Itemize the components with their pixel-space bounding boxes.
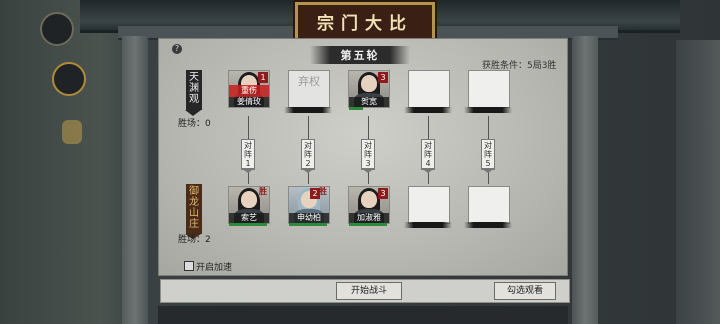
auto-speed-label: 开启加速 [196, 263, 233, 273]
fighter-name: 加淑雅 [349, 213, 389, 223]
fighter-slot-bottom-5[interactable] [468, 186, 510, 224]
order-badge: 3 [378, 188, 388, 199]
hp-bar [349, 223, 387, 226]
fighter-name: 索艺 [229, 213, 269, 223]
left-ornament-icon [40, 12, 74, 46]
fighter-slot-bottom-3[interactable]: 3 加淑雅 [348, 186, 390, 224]
fighter-slot-bottom-2[interactable]: 2 胜 申幼柏 [288, 186, 330, 224]
match-tag-4: 对阵4 [421, 139, 435, 170]
left-medallion-icon [52, 62, 86, 96]
fighter-slot-top-5[interactable] [468, 70, 510, 108]
sect-name-top: 天渊观 [189, 72, 199, 105]
match-tag-tip [421, 168, 435, 173]
ink-underline [404, 107, 452, 113]
right-pillar [572, 36, 598, 324]
sect-banner-bottom: 御龙山庄 [186, 184, 202, 234]
ink-underline [284, 107, 332, 113]
lantern-icon [62, 120, 82, 144]
forfeit-label: 弃权 [289, 71, 329, 107]
left-pillar [122, 36, 148, 324]
match-tag-tip [361, 168, 375, 173]
auto-speed-checkbox[interactable] [184, 261, 194, 271]
sect-name-bottom: 御龙山庄 [189, 186, 199, 230]
fighter-slot-top-1[interactable]: 重伤 1 姜倩玫 [228, 70, 270, 108]
round-header: 第五轮 [310, 46, 410, 64]
match-tag-3: 对阵3 [361, 139, 375, 170]
round-label: 第五轮 [340, 49, 380, 62]
fighter-name: 贺宽 [349, 97, 389, 107]
start-battle-button[interactable]: 开始战斗 [336, 282, 402, 300]
ink-underline [464, 222, 512, 228]
fighter-name: 姜倩玫 [229, 97, 269, 107]
head [361, 191, 377, 208]
lower-strip [158, 306, 568, 324]
fighter-slot-top-4[interactable] [408, 70, 450, 108]
head [361, 75, 377, 92]
order-badge: 1 [258, 72, 268, 83]
head [241, 191, 257, 208]
fighter-slot-top-2[interactable]: 弃权 [288, 70, 330, 108]
select-watch-button[interactable]: 勾选观看 [494, 282, 556, 300]
match-tag-tip [241, 168, 255, 173]
match-tag-2: 对阵2 [301, 139, 315, 170]
wins-bottom: 胜场：2 [178, 235, 211, 245]
hp-bar [229, 223, 267, 226]
ink-underline [404, 222, 452, 228]
page-title: 宗门大比 [317, 14, 413, 34]
match-tag-tip [481, 168, 495, 173]
order-badge: 3 [378, 72, 388, 83]
victory-mark: 胜 [259, 187, 267, 196]
match-tag-5: 对阵5 [481, 139, 495, 170]
wins-top: 胜场：0 [178, 119, 211, 129]
ink-underline [464, 107, 512, 113]
victory-mark: 胜 [319, 187, 327, 196]
fighter-slot-top-3[interactable]: 3 贺宽 [348, 70, 390, 108]
fighter-slot-bottom-4[interactable] [408, 186, 450, 224]
fighter-slot-bottom-1[interactable]: 胜 索艺 [228, 186, 270, 224]
fighter-name: 申幼柏 [289, 213, 329, 223]
help-icon[interactable]: ? [172, 44, 182, 54]
match-tag-tip [301, 168, 315, 173]
title-signboard: 宗门大比 [295, 2, 435, 41]
match-tag-1: 对阵1 [241, 139, 255, 170]
hp-bar [289, 223, 327, 226]
sect-banner-top: 天渊观 [186, 70, 202, 110]
far-right-pillar [676, 40, 720, 324]
injured-status: 重伤 [229, 85, 269, 97]
hp-bar [349, 107, 363, 110]
